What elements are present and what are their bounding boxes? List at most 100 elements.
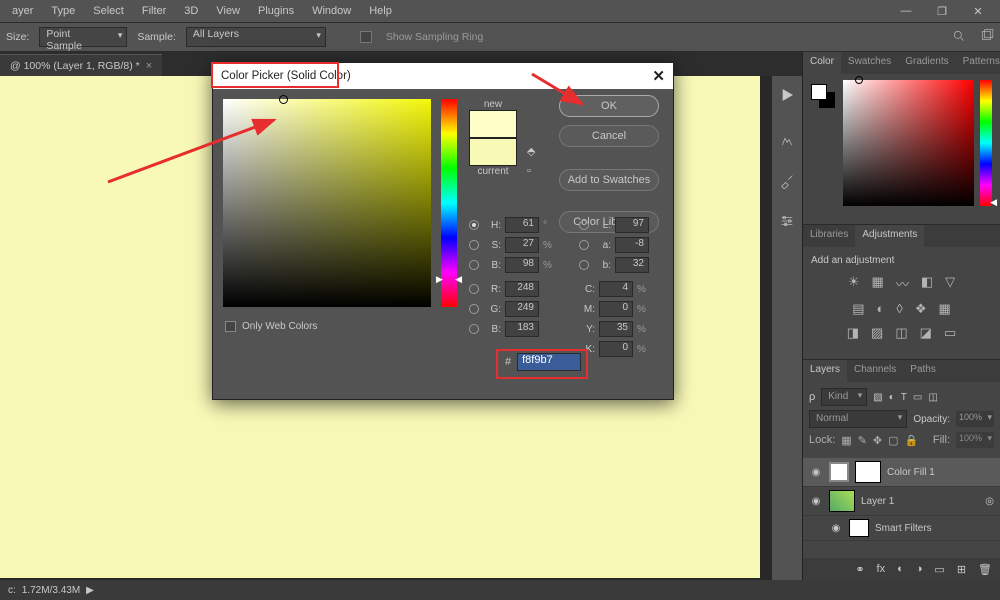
radio-g[interactable] bbox=[469, 304, 479, 314]
l-input[interactable]: 97 bbox=[615, 217, 649, 233]
dialog-close-icon[interactable]: ✕ bbox=[652, 67, 665, 85]
adj-invert-icon[interactable]: ◨ bbox=[847, 325, 859, 341]
layer-row[interactable]: ◉ Layer 1 ◎ bbox=[803, 487, 1000, 516]
r-input[interactable]: 248 bbox=[505, 281, 539, 297]
filter-pixel-icon[interactable]: ▧ bbox=[873, 392, 882, 403]
sv-field[interactable] bbox=[223, 99, 431, 307]
b3-input[interactable]: 183 bbox=[505, 321, 539, 337]
history-brush-icon[interactable] bbox=[776, 130, 798, 152]
opacity-input[interactable]: 100% bbox=[956, 411, 994, 427]
a-input[interactable]: -8 bbox=[615, 237, 649, 253]
filter-shape-icon[interactable]: ▭ bbox=[913, 392, 922, 403]
radio-b1[interactable] bbox=[469, 260, 479, 270]
visibility-icon[interactable]: ◉ bbox=[829, 523, 843, 534]
cancel-button[interactable]: Cancel bbox=[559, 125, 659, 147]
radio-h[interactable] bbox=[469, 220, 479, 230]
options-sample-dropdown[interactable]: All Layers bbox=[186, 27, 326, 47]
h-input[interactable]: 61 bbox=[505, 217, 539, 233]
lock-artboard-icon[interactable]: ▢ bbox=[888, 434, 898, 447]
ok-button[interactable]: OK bbox=[559, 95, 659, 117]
radio-b3[interactable] bbox=[469, 324, 479, 334]
restore-icon[interactable]: ❐ bbox=[924, 0, 960, 22]
g-input[interactable]: 249 bbox=[505, 301, 539, 317]
visibility-icon[interactable]: ◉ bbox=[809, 496, 823, 507]
hue-slider[interactable]: ▶◀ bbox=[441, 99, 457, 307]
menu-layer[interactable]: ayer bbox=[4, 3, 41, 19]
adj-exposure-icon[interactable]: ◧ bbox=[921, 274, 933, 293]
visibility-icon[interactable]: ◉ bbox=[809, 467, 823, 478]
menu-help[interactable]: Help bbox=[361, 3, 400, 19]
tab-swatches[interactable]: Swatches bbox=[841, 52, 898, 74]
menu-window[interactable]: Window bbox=[304, 3, 359, 19]
tab-channels[interactable]: Channels bbox=[847, 360, 903, 382]
radio-a[interactable] bbox=[579, 240, 589, 250]
menu-plugins[interactable]: Plugins bbox=[250, 3, 302, 19]
show-ring-checkbox[interactable] bbox=[360, 31, 372, 43]
search-icon[interactable] bbox=[952, 29, 966, 46]
brush-icon[interactable] bbox=[776, 170, 798, 192]
options-size-dropdown[interactable]: Point Sample bbox=[39, 27, 127, 47]
websafe-warning-icon[interactable]: ▫ bbox=[527, 165, 531, 177]
only-web-checkbox[interactable] bbox=[225, 321, 236, 332]
adjust-icon[interactable]: ◑ bbox=[916, 563, 923, 575]
adj-posterize-icon[interactable]: ▨ bbox=[871, 325, 883, 341]
mask-icon[interactable]: ◐ bbox=[897, 563, 904, 575]
c-input[interactable]: 4 bbox=[599, 281, 633, 297]
minimize-icon[interactable]: — bbox=[888, 0, 924, 22]
adj-selective-icon[interactable]: ◪ bbox=[920, 325, 932, 341]
smart-filter-icon[interactable]: ◎ bbox=[985, 496, 994, 507]
m-input[interactable]: 0 bbox=[599, 301, 633, 317]
s-input[interactable]: 27 bbox=[505, 237, 539, 253]
lock-move-icon[interactable]: ✥ bbox=[873, 434, 882, 447]
settings-icon[interactable] bbox=[776, 210, 798, 232]
new-layer-icon[interactable]: ⊞ bbox=[957, 563, 966, 576]
adj-photo-icon[interactable]: ◊ bbox=[896, 301, 902, 317]
hue-strip[interactable]: ◀ bbox=[980, 80, 992, 206]
adj-threshold-icon[interactable]: ◫ bbox=[895, 325, 907, 341]
tab-layers[interactable]: Layers bbox=[803, 360, 847, 382]
adj-mixer-icon[interactable]: ❖ bbox=[915, 301, 927, 317]
only-web-colors[interactable]: Only Web Colors bbox=[225, 321, 317, 332]
filter-adjust-icon[interactable]: ◐ bbox=[889, 392, 895, 403]
adj-vibrance-icon[interactable]: ▽ bbox=[945, 274, 955, 293]
adj-lookup-icon[interactable]: ▦ bbox=[938, 301, 950, 317]
hex-input[interactable]: f8f9b7 bbox=[517, 353, 581, 371]
adj-hue-icon[interactable]: ▤ bbox=[852, 301, 864, 317]
trash-icon[interactable]: 🗑 bbox=[978, 563, 992, 576]
document-tab[interactable]: @ 100% (Layer 1, RGB/8) * × bbox=[0, 54, 162, 76]
menu-3d[interactable]: 3D bbox=[176, 3, 206, 19]
menu-type[interactable]: Type bbox=[43, 3, 83, 19]
group-icon[interactable]: ▭ bbox=[934, 563, 944, 576]
adj-bw-icon[interactable]: ◐ bbox=[877, 301, 885, 317]
layer-row[interactable]: ◉ Smart Filters bbox=[803, 516, 1000, 541]
tab-adjustments[interactable]: Adjustments bbox=[855, 225, 924, 247]
k-input[interactable]: 0 bbox=[599, 341, 633, 357]
share-icon[interactable] bbox=[980, 29, 994, 46]
layer-row[interactable]: ◉ Color Fill 1 bbox=[803, 458, 1000, 487]
lock-paint-icon[interactable]: ✎ bbox=[858, 434, 867, 447]
gamut-warning-icon[interactable]: ⬘ bbox=[527, 145, 535, 158]
layer-kind-dropdown[interactable]: Kind bbox=[821, 388, 867, 406]
add-swatches-button[interactable]: Add to Swatches bbox=[559, 169, 659, 191]
new-color-swatch[interactable] bbox=[469, 110, 517, 138]
menu-select[interactable]: Select bbox=[85, 3, 132, 19]
menu-view[interactable]: View bbox=[208, 3, 248, 19]
document-tab-close-icon[interactable]: × bbox=[146, 60, 152, 72]
tab-paths[interactable]: Paths bbox=[903, 360, 943, 382]
color-field[interactable] bbox=[843, 80, 974, 206]
lock-lock-icon[interactable]: 🔒 bbox=[905, 434, 919, 447]
close-icon[interactable]: ✕ bbox=[960, 0, 996, 22]
current-color-swatch[interactable] bbox=[469, 138, 517, 166]
tab-libraries[interactable]: Libraries bbox=[803, 225, 855, 247]
fx-icon[interactable]: fx bbox=[877, 563, 886, 575]
link-icon[interactable]: ⚭ bbox=[855, 563, 864, 576]
radio-s[interactable] bbox=[469, 240, 479, 250]
adj-gradient-icon[interactable]: ▭ bbox=[944, 325, 956, 341]
status-arrow-icon[interactable]: ▶ bbox=[86, 585, 94, 596]
fg-color-swatch[interactable] bbox=[811, 84, 827, 100]
tab-patterns[interactable]: Patterns bbox=[956, 52, 1000, 74]
b2-input[interactable]: 32 bbox=[615, 257, 649, 273]
radio-l[interactable] bbox=[579, 220, 589, 230]
adj-levels-icon[interactable]: ▦ bbox=[872, 274, 884, 293]
play-icon[interactable] bbox=[776, 84, 798, 106]
